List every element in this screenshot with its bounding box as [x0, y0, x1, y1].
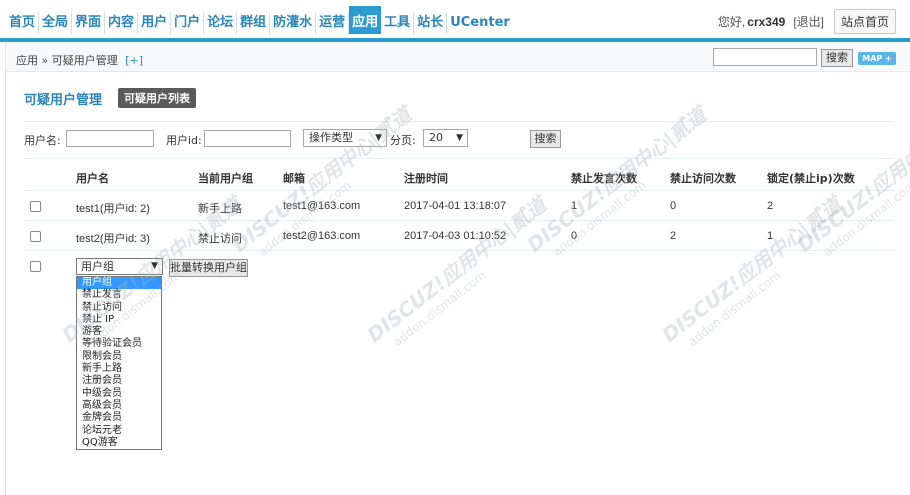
divider — [24, 158, 894, 159]
username-label: 用户名: — [24, 134, 61, 147]
chevron-down-icon: ▼ — [375, 133, 382, 143]
table-cell-lock_ip: 1 — [767, 230, 774, 242]
column-header: 注册时间 — [404, 172, 448, 185]
group-option[interactable]: 注册会员 — [77, 375, 161, 387]
group-option[interactable]: 禁止访问 — [77, 302, 161, 314]
nav-item[interactable]: 防灌水 — [270, 12, 317, 34]
divider — [24, 220, 894, 221]
nav-item[interactable]: 论坛 — [204, 12, 238, 34]
table-cell-regtime: 2017-04-01 13:18:07 — [404, 200, 507, 212]
op-type-select[interactable]: 操作类型 ▼ — [303, 129, 387, 147]
table-cell-ban_visit: 2 — [670, 230, 677, 242]
add-shortcut-link[interactable]: [+] — [125, 54, 143, 67]
left-border — [5, 42, 6, 495]
watermark-logo: DISCUZ!应用中心|贰道 addon.dismall.com — [657, 192, 846, 350]
chevron-down-icon: ▼ — [151, 261, 158, 271]
search-button[interactable]: 搜索 — [530, 130, 561, 148]
breadcrumb: 应用 » 可疑用户管理 [+] — [16, 52, 143, 68]
nav-item[interactable]: 应用 — [349, 6, 382, 34]
map-button[interactable]: MAP + — [858, 52, 896, 65]
table-cell-ban_post: 0 — [571, 230, 578, 242]
op-type-value: 操作类型 — [309, 131, 353, 144]
divider — [24, 250, 894, 251]
group-select-value: 用户组 — [81, 260, 114, 273]
table-cell-lock_ip: 2 — [767, 200, 774, 212]
title-row: 可疑用户管理 可疑用户列表 — [24, 88, 197, 108]
group-option[interactable]: 禁止发言 — [77, 289, 161, 301]
group-select[interactable]: 用户组 ▼ — [76, 258, 163, 275]
group-dropdown-list: 用户组 禁止发言 禁止访问 禁止 IP 游客 等待验证会员 限制会员 新手上路 注册会员 中级会员… — [76, 276, 162, 451]
group-option[interactable]: 论坛元老 — [77, 425, 161, 437]
watermark-logo: DISCUZ!应用中心|贰道 addon.dismall.com — [362, 192, 551, 350]
breadcrumb-bar: 应用 » 可疑用户管理 [+] 搜索 MAP + — [6, 42, 910, 72]
group-option[interactable]: 游客 — [77, 326, 161, 338]
nav-item[interactable]: 全局 — [39, 12, 73, 34]
column-header: 用户名 — [76, 172, 109, 185]
nav-item[interactable]: 工具 — [381, 12, 415, 34]
pagesize-label: 分页: — [390, 134, 416, 147]
chevron-down-icon: ▼ — [456, 133, 463, 143]
column-header: 邮箱 — [283, 172, 305, 185]
group-option[interactable]: 中级会员 — [77, 388, 161, 400]
table-cell-group: 新手上路 — [198, 202, 242, 215]
group-option[interactable]: 限制会员 — [77, 351, 161, 363]
nav-item[interactable]: 界面 — [72, 12, 106, 34]
tab-suspicious-list[interactable]: 可疑用户列表 — [118, 88, 197, 108]
column-header: 当前用户组 — [198, 172, 253, 185]
logout-link[interactable]: [退出] — [793, 13, 824, 30]
group-option[interactable]: 新手上路 — [77, 363, 161, 375]
row-checkbox[interactable] — [30, 231, 41, 242]
top-search-button[interactable]: 搜索 — [821, 49, 853, 67]
nav-item[interactable]: 运营 — [316, 12, 350, 34]
user-area: 您好, crx349 [退出] 站点首页 — [718, 9, 896, 34]
nav-item[interactable]: 群组 — [237, 12, 271, 34]
username-input[interactable] — [66, 130, 154, 147]
uid-input[interactable] — [204, 130, 291, 147]
group-option[interactable]: 高级会员 — [77, 400, 161, 412]
site-home-button[interactable]: 站点首页 — [833, 9, 896, 34]
table-cell-name: test2(用户id: 3) — [76, 233, 150, 245]
table-cell-email: test2@163.com — [283, 230, 361, 242]
nav-item[interactable]: 首页 — [6, 12, 40, 34]
table-cell-email: test1@163.com — [283, 200, 361, 212]
page-title: 可疑用户管理 — [24, 92, 103, 108]
group-option[interactable]: 等待验证会员 — [77, 338, 161, 350]
column-header: 禁止发言次数 — [571, 172, 637, 185]
column-header: 锁定(禁止ip)次数 — [767, 172, 855, 185]
batch-convert-button[interactable]: 批量转换用户组 — [169, 259, 248, 277]
table-cell-group: 禁止访问 — [198, 232, 242, 245]
uid-label: 用户id: — [166, 134, 202, 147]
group-option[interactable]: QQ游客 — [77, 437, 161, 449]
nav-item[interactable]: 用户 — [138, 12, 172, 34]
greeting: 您好, — [717, 15, 746, 29]
table-cell-ban_post: 1 — [571, 200, 578, 212]
row-checkbox[interactable] — [30, 201, 41, 212]
nav-menu: 首页 全局 界面 内容 用户 门户 论坛 群组 防灌水 运营 应用 工具 站长 UCenter — [6, 6, 513, 34]
table-cell-regtime: 2017-04-03 01:10:52 — [404, 230, 507, 242]
table-cell-name: test1(用户id: 2) — [76, 203, 150, 215]
nav-item[interactable]: 门户 — [171, 12, 205, 34]
pagesize-value: 20 — [429, 131, 443, 144]
divider — [24, 190, 894, 191]
column-header: 禁止访问次数 — [670, 172, 736, 185]
pagesize-select[interactable]: 20 ▼ — [423, 129, 468, 147]
select-all-checkbox[interactable] — [30, 261, 41, 272]
nav-item[interactable]: UCenter — [447, 12, 513, 34]
group-option[interactable]: 金牌会员 — [77, 412, 161, 424]
nav-item[interactable]: 站长 — [414, 12, 448, 34]
username: crx349 — [747, 14, 786, 29]
top-search-input[interactable] — [713, 48, 817, 66]
divider — [24, 121, 894, 122]
group-option[interactable]: 禁止 IP — [77, 314, 161, 326]
table-cell-ban_visit: 0 — [670, 200, 677, 212]
breadcrumb-text: 应用 » 可疑用户管理 — [16, 54, 118, 67]
nav-item[interactable]: 内容 — [105, 12, 139, 34]
top-nav: 首页 全局 界面 内容 用户 门户 论坛 群组 防灌水 运营 应用 工具 站长 UCenter 您好, c… — [0, 0, 910, 42]
group-option[interactable]: 用户组 — [77, 277, 161, 290]
watermark-logo: DISCUZ!应用中心|贰道 addon.dismall.com — [227, 102, 416, 260]
